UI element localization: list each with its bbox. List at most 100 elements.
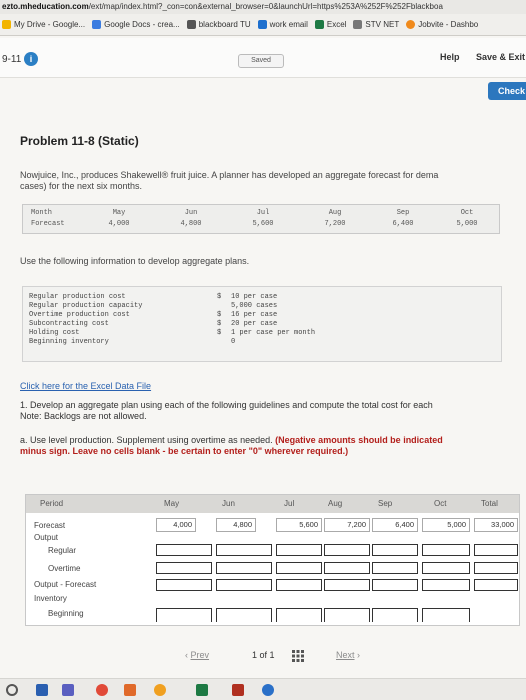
forecast-table: Month May Jun Jul Aug Sep Oct Forecast 4… [22,204,500,234]
question-number: 9-11 [2,54,22,65]
beginning-input-aug[interactable] [324,608,370,622]
info-icon[interactable]: i [24,52,38,66]
app-icon[interactable] [154,684,166,696]
regular-input-jul[interactable] [276,544,322,556]
outlook-app-icon[interactable] [36,684,48,696]
instructions-text: Use the following information to develop… [20,256,250,266]
prev-button[interactable]: ‹ Prev [185,650,209,660]
overtime-input-total[interactable] [474,562,518,574]
forecast-cell-oct: 5,000 [422,518,470,532]
header-jul: Jul [284,499,295,508]
cost-row: Holding cost $1 per case per month [29,329,316,337]
row-label-overtime: Overtime [48,564,81,573]
cost-row: Subcontracting cost $20 per case [29,320,278,328]
header-oct: Oct [434,499,447,508]
edge-app-icon[interactable] [262,684,274,696]
bookmark-blackboard[interactable]: blackboard TU [186,20,251,29]
help-link[interactable]: Help [440,52,460,62]
forecast-cell-aug: 7,200 [324,518,370,532]
regular-input-aug[interactable] [324,544,370,556]
grid-view-icon[interactable] [292,650,304,662]
overtime-input-oct[interactable] [422,562,470,574]
page-indicator: 1 of 1 [252,650,275,660]
row-label-inventory: Inventory [34,594,67,603]
regular-input-total[interactable] [474,544,518,556]
question-1-text: 1. Develop an aggregate plan using each … [20,400,433,421]
forecast-table-row: Forecast 4,000 4,800 5,600 7,200 6,400 5… [31,220,478,228]
header-may: May [164,499,180,508]
cost-info-box: Regular production cost $10 per case Regu… [22,286,502,362]
address-bar[interactable]: ezto.mheducation.com/ext/map/index.html?… [0,0,526,14]
forecast-cell-jun: 4,800 [216,518,256,532]
bookmarks-bar: My Drive - Google... Google Docs - crea.… [0,14,526,36]
cost-row: Beginning inventory 0 [29,338,236,346]
beginning-input-oct[interactable] [422,608,470,622]
regular-input-oct[interactable] [422,544,470,556]
header-aug: Aug [328,499,343,508]
header-jun: Jun [222,499,235,508]
overtime-input-sep[interactable] [372,562,418,574]
row-label-beginning: Beginning [48,609,84,618]
blackboard-icon [186,20,196,29]
next-button[interactable]: Next › [336,650,360,660]
row-label-regular: Regular [48,546,77,555]
output-forecast-input-sep[interactable] [372,579,418,591]
beginning-input-jun[interactable] [216,608,272,622]
overtime-input-aug[interactable] [324,562,370,574]
header-total: Total [481,499,498,508]
beginning-input-sep[interactable] [372,608,418,622]
overtime-input-may[interactable] [156,562,212,574]
acrobat-app-icon[interactable] [232,684,244,696]
teams-app-icon[interactable] [62,684,74,696]
output-forecast-input-jun[interactable] [216,579,272,591]
problem-title: Problem 11-8 (Static) [20,134,139,148]
bookmark-excel[interactable]: Excel [314,20,346,29]
aggregate-plan-grid: Period May Jun Jul Aug Sep Oct Total For… [25,494,520,626]
bookmark-my-drive[interactable]: My Drive - Google... [2,20,85,29]
powerpoint-app-icon[interactable] [124,684,136,696]
jobvite-icon [406,20,416,29]
bookmark-stv-net[interactable]: STV NET [353,20,399,29]
forecast-cell-sep: 6,400 [372,518,418,532]
grid-header-row: Period May Jun Jul Aug Sep Oct Total [26,495,519,513]
outlook-icon [257,20,267,29]
output-forecast-input-oct[interactable] [422,579,470,591]
stv-icon [353,20,363,29]
problem-intro: Nowjuice, Inc., produces Shakewell® frui… [20,170,439,191]
output-forecast-input-jul[interactable] [276,579,322,591]
forecast-cell-total: 33,000 [474,518,518,532]
excel-app-icon[interactable] [196,684,208,696]
output-forecast-input-may[interactable] [156,579,212,591]
question-a-text: a. Use level production. Supplement usin… [20,435,443,456]
excel-data-file-link[interactable]: Click here for the Excel Data File [20,381,151,391]
overtime-input-jul[interactable] [276,562,322,574]
chrome-app-icon[interactable] [96,684,108,696]
url-domain: ezto.mheducation.com [2,2,89,11]
regular-input-jun[interactable] [216,544,272,556]
output-forecast-input-total[interactable] [474,579,518,591]
forecast-table-row: Month May Jun Jul Aug Sep Oct [31,209,474,217]
output-forecast-input-aug[interactable] [324,579,370,591]
row-label-forecast: Forecast [34,521,66,530]
beginning-input-jul[interactable] [276,608,322,622]
docs-icon [92,20,102,29]
taskbar [0,678,526,700]
overtime-input-jun[interactable] [216,562,272,574]
save-exit-link[interactable]: Save & Exit [476,52,525,62]
beginning-input-may[interactable] [156,608,212,622]
bookmark-jobvite[interactable]: Jobvite - Dashbo [406,20,478,29]
bookmark-google-docs[interactable]: Google Docs - crea... [92,20,180,29]
cost-row: Regular production capacity 5,000 cases [29,302,278,310]
bookmark-work-email[interactable]: work email [257,20,308,29]
header-sep: Sep [378,499,393,508]
check-button[interactable]: Check [488,82,526,100]
forecast-cell-jul: 5,600 [276,518,322,532]
excel-icon [314,20,324,29]
regular-input-may[interactable] [156,544,212,556]
header-period: Period [40,499,64,508]
chevron-right-icon: › [354,650,361,660]
cost-row: Overtime production cost $16 per case [29,311,278,319]
drive-icon [2,20,11,29]
search-icon[interactable] [6,684,18,696]
regular-input-sep[interactable] [372,544,418,556]
